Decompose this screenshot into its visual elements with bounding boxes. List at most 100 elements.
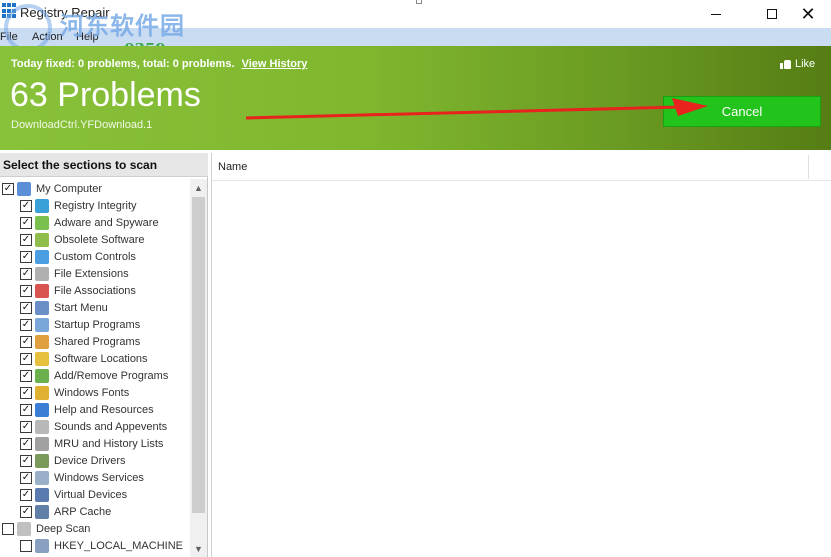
section-label: Windows Services bbox=[54, 471, 144, 484]
section-item[interactable]: ✓ Device Drivers bbox=[20, 452, 126, 469]
section-item[interactable]: ✓ My Computer bbox=[2, 180, 102, 197]
arp-icon bbox=[35, 504, 49, 519]
section-checkbox[interactable]: ✓ bbox=[20, 488, 32, 501]
section-item[interactable]: ✓ Software Locations bbox=[20, 350, 148, 367]
section-checkbox[interactable]: ✓ bbox=[2, 182, 14, 195]
section-label: MRU and History Lists bbox=[54, 437, 164, 450]
cancel-button[interactable]: Cancel bbox=[663, 96, 821, 127]
section-item[interactable]: ✓ Shared Programs bbox=[20, 333, 140, 350]
section-checkbox[interactable]: ✓ bbox=[20, 471, 32, 484]
sections-scrollbar[interactable]: ▲ ▼ bbox=[190, 179, 207, 557]
section-item[interactable]: ✓ MRU and History Lists bbox=[20, 435, 163, 452]
title-bar[interactable]: Registry Repair ✕ bbox=[0, 0, 831, 28]
file-icon bbox=[35, 266, 49, 281]
sections-header: Select the sections to scan bbox=[0, 153, 208, 177]
close-icon: ✕ bbox=[800, 4, 816, 24]
section-label: Sounds and Appevents bbox=[54, 420, 168, 433]
fonts-icon bbox=[35, 385, 49, 400]
section-checkbox[interactable]: ✓ bbox=[20, 284, 32, 297]
section-checkbox[interactable]: ✓ bbox=[20, 386, 32, 399]
startup-icon bbox=[35, 317, 49, 332]
adware-icon bbox=[35, 215, 49, 230]
section-label: Custom Controls bbox=[54, 250, 136, 263]
hive-icon bbox=[35, 538, 49, 553]
section-checkbox[interactable]: ✓ bbox=[20, 199, 32, 212]
section-item[interactable]: ✓ Windows Fonts bbox=[20, 384, 129, 401]
section-item[interactable]: Deep Scan bbox=[2, 520, 90, 537]
section-label: Windows Fonts bbox=[54, 386, 130, 399]
section-checkbox[interactable]: ✓ bbox=[20, 233, 32, 246]
scroll-thumb[interactable] bbox=[192, 197, 205, 513]
section-checkbox[interactable]: ✓ bbox=[20, 216, 32, 229]
sections-panel: Select the sections to scan ✓ My Computer… bbox=[0, 153, 208, 557]
menu-help[interactable]: Help bbox=[76, 31, 99, 43]
caption-help-icon[interactable] bbox=[416, 0, 422, 4]
section-checkbox[interactable]: ✓ bbox=[20, 437, 32, 450]
app-grid-icon bbox=[2, 3, 18, 19]
section-checkbox[interactable] bbox=[20, 539, 32, 552]
menu-bar: File Action Help bbox=[0, 28, 831, 46]
view-history-link[interactable]: View History bbox=[242, 58, 308, 70]
controls-icon bbox=[35, 249, 49, 264]
section-item[interactable]: ✓ Windows Services bbox=[20, 469, 144, 486]
section-checkbox[interactable]: ✓ bbox=[20, 403, 32, 416]
section-checkbox[interactable]: ✓ bbox=[20, 352, 32, 365]
section-checkbox[interactable]: ✓ bbox=[20, 318, 32, 331]
scroll-down-icon[interactable]: ▼ bbox=[190, 540, 207, 557]
section-label: Adware and Spyware bbox=[54, 216, 159, 229]
history-icon bbox=[35, 436, 49, 451]
current-scan-item: DownloadCtrl.YFDownload.1 bbox=[11, 119, 153, 131]
column-separator[interactable] bbox=[808, 155, 809, 179]
section-item[interactable]: ✓ ARP Cache bbox=[20, 503, 111, 520]
section-item[interactable]: ✓ Registry Integrity bbox=[20, 197, 137, 214]
section-label: Software Locations bbox=[54, 352, 148, 365]
section-label: Obsolete Software bbox=[54, 233, 145, 246]
section-item[interactable]: ✓ Sounds and Appevents bbox=[20, 418, 167, 435]
section-checkbox[interactable]: ✓ bbox=[20, 420, 32, 433]
section-item[interactable]: ✓ Custom Controls bbox=[20, 248, 136, 265]
registry-repair-window: Registry Repair ✕ File Action Help 河东软件园… bbox=[0, 0, 831, 557]
column-name-header[interactable]: Name bbox=[218, 161, 247, 173]
section-label: My Computer bbox=[36, 182, 103, 195]
section-item[interactable]: ✓ Add/Remove Programs bbox=[20, 367, 168, 384]
section-label: File Extensions bbox=[54, 267, 129, 280]
start-menu-icon bbox=[35, 300, 49, 315]
section-checkbox[interactable] bbox=[2, 522, 14, 535]
section-item[interactable]: ✓ File Extensions bbox=[20, 265, 129, 282]
scroll-up-icon[interactable]: ▲ bbox=[190, 179, 207, 196]
menu-action[interactable]: Action bbox=[32, 31, 63, 43]
fixed-summary: Today fixed: 0 problems, total: 0 proble… bbox=[11, 58, 307, 70]
add-remove-icon bbox=[35, 368, 49, 383]
window-title: Registry Repair bbox=[20, 5, 110, 20]
section-label: Virtual Devices bbox=[54, 488, 128, 501]
associations-icon bbox=[35, 283, 49, 298]
section-label: Deep Scan bbox=[36, 522, 91, 535]
section-item[interactable]: ✓ Adware and Spyware bbox=[20, 214, 159, 231]
section-label: Device Drivers bbox=[54, 454, 126, 467]
shared-icon bbox=[35, 334, 49, 349]
section-label: Startup Programs bbox=[54, 318, 141, 331]
section-item[interactable]: ✓ Help and Resources bbox=[20, 401, 154, 418]
deep-scan-icon bbox=[17, 521, 31, 536]
fixed-summary-text: Today fixed: 0 problems, total: 0 proble… bbox=[11, 58, 235, 70]
registry-icon bbox=[35, 198, 49, 213]
section-item[interactable]: ✓ Virtual Devices bbox=[20, 486, 127, 503]
section-item[interactable]: ✓ Startup Programs bbox=[20, 316, 140, 333]
section-checkbox[interactable]: ✓ bbox=[20, 250, 32, 263]
section-item[interactable]: ✓ File Associations bbox=[20, 282, 136, 299]
like-button[interactable]: Like bbox=[780, 58, 815, 70]
close-button[interactable]: ✕ bbox=[785, 0, 831, 28]
section-checkbox[interactable]: ✓ bbox=[20, 267, 32, 280]
minimize-button[interactable] bbox=[693, 0, 739, 28]
section-item[interactable]: ✓ Start Menu bbox=[20, 299, 108, 316]
section-checkbox[interactable]: ✓ bbox=[20, 335, 32, 348]
section-item[interactable]: HKEY_LOCAL_MACHINE bbox=[20, 537, 183, 554]
menu-file[interactable]: File bbox=[0, 31, 18, 43]
section-checkbox[interactable]: ✓ bbox=[20, 505, 32, 518]
section-checkbox[interactable]: ✓ bbox=[20, 301, 32, 314]
section-checkbox[interactable]: ✓ bbox=[20, 369, 32, 382]
section-item[interactable]: ✓ Obsolete Software bbox=[20, 231, 145, 248]
section-label: Help and Resources bbox=[54, 403, 154, 416]
section-checkbox[interactable]: ✓ bbox=[20, 454, 32, 467]
section-label: Registry Integrity bbox=[54, 199, 137, 212]
